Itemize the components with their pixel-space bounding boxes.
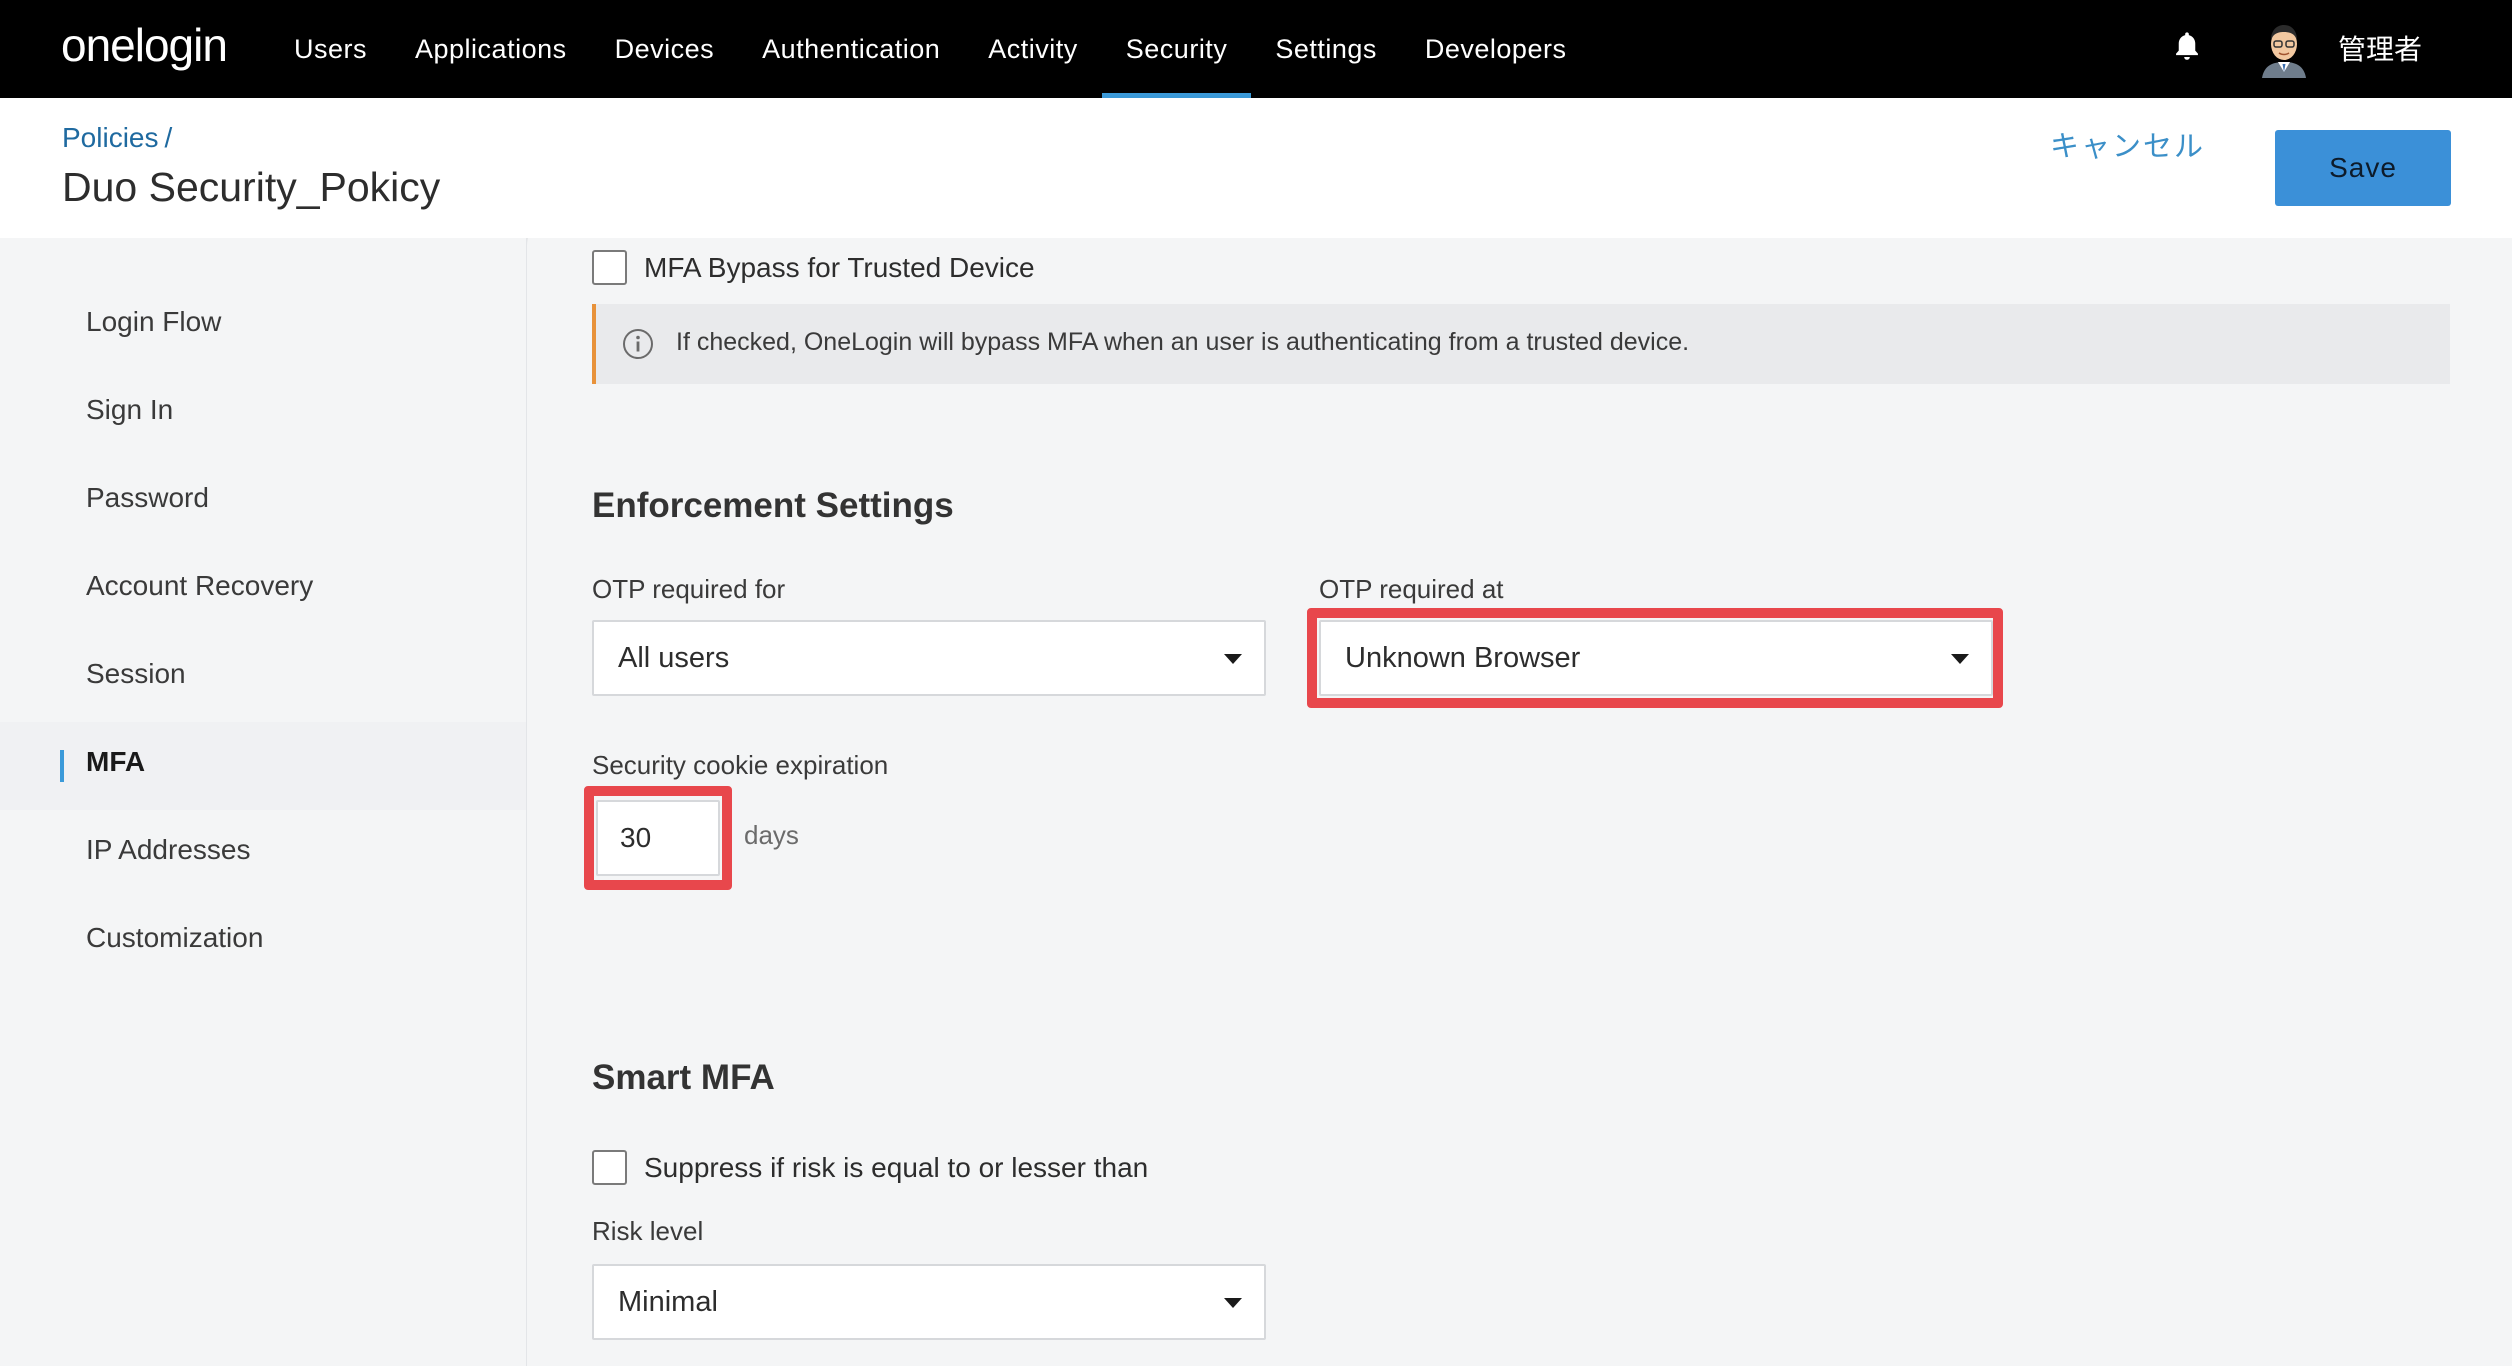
sidebar-item-login-flow[interactable]: Login Flow — [86, 306, 221, 338]
otp-required-at-select[interactable]: Unknown Browser — [1319, 620, 1993, 696]
chevron-down-icon — [1224, 654, 1242, 664]
sidebar-item-ip-addresses[interactable]: IP Addresses — [86, 834, 250, 866]
nav-applications[interactable]: Applications — [391, 0, 591, 98]
sidebar-item-password[interactable]: Password — [86, 482, 209, 514]
chevron-down-icon — [1224, 1298, 1242, 1308]
mfa-bypass-label: MFA Bypass for Trusted Device — [644, 252, 1035, 283]
sidebar-active-background — [0, 722, 526, 810]
policy-sidebar: Login Flow Sign In Password Account Reco… — [0, 238, 527, 1366]
top-navigation: onelogin Users Applications Devices Auth… — [0, 0, 2512, 98]
sidebar-item-customization[interactable]: Customization — [86, 922, 263, 954]
risk-level-label: Risk level — [592, 1216, 704, 1246]
nav-settings[interactable]: Settings — [1251, 0, 1401, 98]
breadcrumb: Policies / — [62, 122, 172, 154]
nav-authentication[interactable]: Authentication — [738, 0, 964, 98]
nav-items: Users Applications Devices Authenticatio… — [270, 0, 1590, 98]
sidebar-item-session[interactable]: Session — [86, 658, 186, 690]
otp-required-for-select[interactable]: All users — [592, 620, 1266, 696]
sidebar-item-sign-in[interactable]: Sign In — [86, 394, 173, 426]
bell-icon[interactable] — [2172, 30, 2202, 64]
cookie-expiration-unit: days — [744, 820, 799, 850]
page-title: Duo Security_Pokicy — [62, 164, 441, 210]
nav-security[interactable]: Security — [1101, 0, 1252, 98]
enforcement-settings-title: Enforcement Settings — [592, 486, 954, 525]
otp-required-for-label: OTP required for — [592, 574, 786, 604]
onelogin-logo[interactable]: onelogin — [61, 18, 228, 72]
risk-level-select[interactable]: Minimal — [592, 1264, 1266, 1340]
save-button[interactable]: Save — [2275, 130, 2451, 206]
cancel-button[interactable]: キャンセル — [2050, 123, 2205, 165]
nav-users[interactable]: Users — [270, 0, 391, 98]
cookie-expiration-input[interactable] — [596, 800, 720, 876]
sidebar-item-account-recovery[interactable]: Account Recovery — [86, 570, 313, 602]
smart-mfa-title: Smart MFA — [592, 1058, 775, 1097]
nav-activity[interactable]: Activity — [964, 0, 1102, 98]
suppress-risk-checkbox[interactable] — [592, 1150, 627, 1185]
page-header: Policies / Duo Security_Pokicy — [0, 98, 2512, 238]
breadcrumb-separator: / — [164, 122, 173, 153]
mfa-bypass-checkbox[interactable] — [592, 250, 627, 285]
chevron-down-icon — [1951, 654, 1969, 664]
otp-required-at-value: Unknown Browser — [1345, 642, 1581, 674]
cookie-expiration-label: Security cookie expiration — [592, 750, 889, 780]
risk-level-value: Minimal — [618, 1286, 718, 1318]
info-icon — [623, 329, 653, 359]
sidebar-active-indicator — [60, 750, 64, 782]
nav-devices[interactable]: Devices — [591, 0, 739, 98]
user-name[interactable]: 管理者 — [2338, 28, 2422, 68]
suppress-risk-label: Suppress if risk is equal to or lesser t… — [644, 1152, 1149, 1183]
breadcrumb-policies-link[interactable]: Policies — [62, 122, 158, 153]
avatar[interactable] — [2256, 18, 2312, 78]
bypass-info-box: If checked, OneLogin will bypass MFA whe… — [592, 304, 2450, 384]
mfa-settings-panel: MFA Bypass for Trusted Device If checked… — [528, 238, 2512, 1366]
otp-required-at-label: OTP required at — [1319, 574, 1504, 604]
bypass-info-text: If checked, OneLogin will bypass MFA whe… — [676, 328, 1690, 356]
sidebar-item-mfa[interactable]: MFA — [86, 746, 145, 778]
otp-required-for-value: All users — [618, 642, 730, 674]
nav-developers[interactable]: Developers — [1401, 0, 1591, 98]
